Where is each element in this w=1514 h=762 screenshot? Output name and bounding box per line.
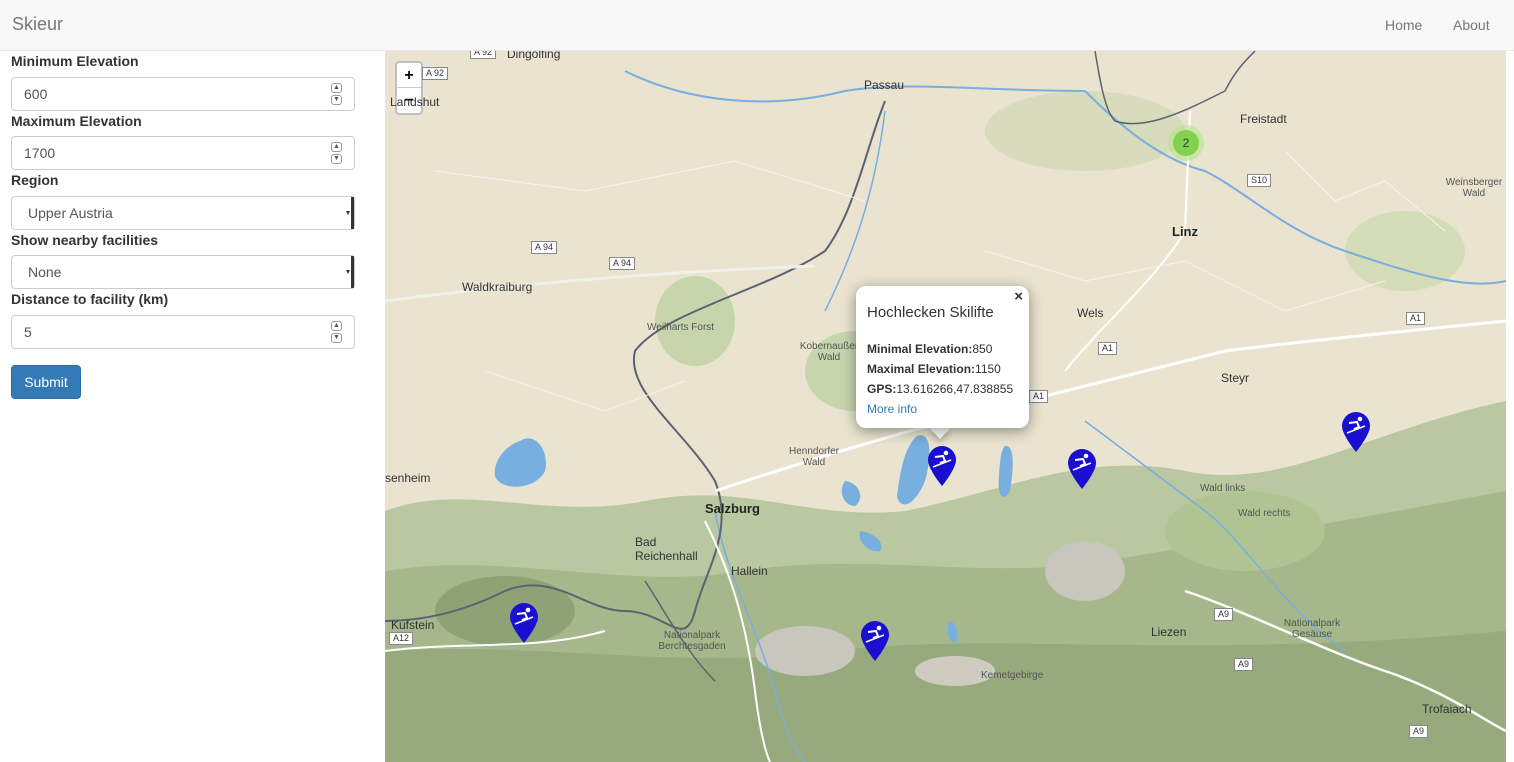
chevron-down-icon	[346, 270, 350, 274]
map-label: Kufstein	[391, 618, 435, 632]
map-label: Passau	[864, 78, 905, 92]
more-info-link[interactable]: More info	[867, 399, 1018, 419]
chevron-down-icon	[346, 211, 350, 215]
popup-title: Hochlecken Skilifte	[867, 304, 994, 321]
ski-resort-marker-icon[interactable]	[509, 602, 539, 644]
map-label: Waldkraiburg	[462, 280, 533, 294]
road-shield: S10	[1247, 174, 1272, 187]
nav-home-link[interactable]: Home	[1385, 17, 1422, 33]
road-shield: A12	[389, 632, 414, 645]
cluster-count: 2	[1173, 130, 1199, 156]
map-label: Wald rechts	[1238, 508, 1291, 519]
region-value: Upper Austria	[28, 205, 113, 221]
marker-cluster[interactable]: 2	[1168, 125, 1204, 161]
resort-popup: × Hochlecken Skilifte Minimal Elevation:…	[856, 286, 1029, 428]
popup-max-value: 1150	[975, 362, 1001, 376]
map-label: Bad Reichenhall	[635, 535, 698, 563]
min-elevation-stepper[interactable]: ▲ ▼	[331, 83, 342, 105]
zoom-in-button[interactable]: +	[397, 63, 421, 88]
close-icon[interactable]: ×	[1014, 288, 1023, 305]
map-label: Weilharts Forst	[647, 322, 715, 333]
road-shield: A1	[1098, 342, 1118, 355]
filter-sidebar: Minimum Elevation 600 ▲ ▼ Maximum Elevati…	[0, 51, 385, 762]
region-select[interactable]: Upper Austria	[11, 196, 355, 230]
map-label: Kemetgebirge	[981, 670, 1044, 681]
max-elevation-value: 1700	[24, 145, 56, 161]
popup-gps-label: GPS:	[867, 382, 897, 396]
map-label: Steyr	[1221, 371, 1250, 385]
navbar: Skieur Home About	[0, 0, 1514, 51]
ski-resort-marker-icon[interactable]	[927, 445, 957, 487]
distance-input[interactable]: 5 ▲ ▼	[11, 315, 355, 349]
road-shield: A 94	[531, 241, 558, 254]
map-label: Trofaiach	[1422, 702, 1472, 716]
distance-value: 5	[24, 324, 32, 340]
map-label: Henndorfer Wald	[788, 446, 840, 468]
max-elevation-label: Maximum Elevation	[11, 113, 142, 129]
map-label: Weinsberger Wald	[1445, 177, 1503, 199]
step-down-icon[interactable]: ▼	[331, 333, 342, 343]
submit-button[interactable]: Submit	[11, 365, 81, 399]
max-elevation-stepper[interactable]: ▲ ▼	[331, 142, 342, 164]
ski-resort-marker-icon[interactable]	[860, 620, 890, 662]
select-edge	[351, 197, 354, 229]
step-down-icon[interactable]: ▼	[331, 154, 342, 164]
min-elevation-input[interactable]: 600 ▲ ▼	[11, 77, 355, 111]
map-label: Nationalpark Berchtesgaden	[658, 630, 726, 652]
step-up-icon[interactable]: ▲	[331, 142, 342, 152]
step-down-icon[interactable]: ▼	[331, 95, 342, 105]
popup-gps: GPS:13.616266,47.838855	[867, 379, 1018, 399]
map-label: Landshut	[390, 95, 440, 109]
max-elevation-input[interactable]: 1700 ▲ ▼	[11, 136, 355, 170]
nav-about-link[interactable]: About	[1453, 17, 1490, 33]
road-shield: A1	[1406, 312, 1426, 325]
map-label: Liezen	[1151, 625, 1187, 639]
road-shield: A 92	[470, 51, 497, 59]
map-label: Wald links	[1200, 483, 1246, 494]
map-label: Wels	[1077, 306, 1104, 320]
road-shield: A9	[1409, 725, 1429, 738]
map-label: Hallein	[731, 564, 768, 578]
map-label: senheim	[385, 471, 431, 485]
popup-min-elevation: Minimal Elevation:850	[867, 339, 1018, 359]
distance-stepper[interactable]: ▲ ▼	[331, 321, 342, 343]
popup-max-label: Maximal Elevation:	[867, 362, 976, 376]
facilities-label: Show nearby facilities	[11, 232, 159, 248]
road-shield: A1	[1029, 390, 1049, 403]
step-up-icon[interactable]: ▲	[331, 83, 342, 93]
popup-min-value: 850	[972, 342, 993, 356]
ski-resort-marker-icon[interactable]	[1341, 411, 1371, 453]
facilities-value: None	[28, 264, 62, 280]
road-shield: A 94	[609, 257, 636, 270]
map-label: Dingolfing	[507, 51, 561, 61]
road-shield: A9	[1214, 608, 1234, 621]
min-elevation-label: Minimum Elevation	[11, 53, 139, 69]
select-edge	[351, 256, 354, 288]
road-shield: A9	[1234, 658, 1254, 671]
road-shield: A 92	[422, 67, 449, 80]
popup-max-elevation: Maximal Elevation:1150	[867, 359, 1018, 379]
popup-min-label: Minimal Elevation:	[867, 342, 973, 356]
map-label: Kobernaußer Wald	[799, 341, 859, 363]
distance-label: Distance to facility (km)	[11, 291, 169, 307]
min-elevation-value: 600	[24, 86, 48, 102]
map-view[interactable]: + − Landshut Dingolfing Passau Freistadt…	[385, 51, 1506, 762]
map-label: Linz	[1172, 224, 1198, 239]
map-label: Nationalpark Gesäuse	[1283, 618, 1341, 640]
ski-resort-marker-icon[interactable]	[1067, 448, 1097, 490]
popup-gps-value: 13.616266,47.838855	[896, 382, 1014, 396]
brand-link[interactable]: Skieur	[12, 14, 63, 35]
step-up-icon[interactable]: ▲	[331, 321, 342, 331]
map-label: Freistadt	[1240, 112, 1287, 126]
region-label: Region	[11, 172, 59, 188]
facilities-select[interactable]: None	[11, 255, 355, 289]
map-label: Salzburg	[705, 501, 760, 516]
